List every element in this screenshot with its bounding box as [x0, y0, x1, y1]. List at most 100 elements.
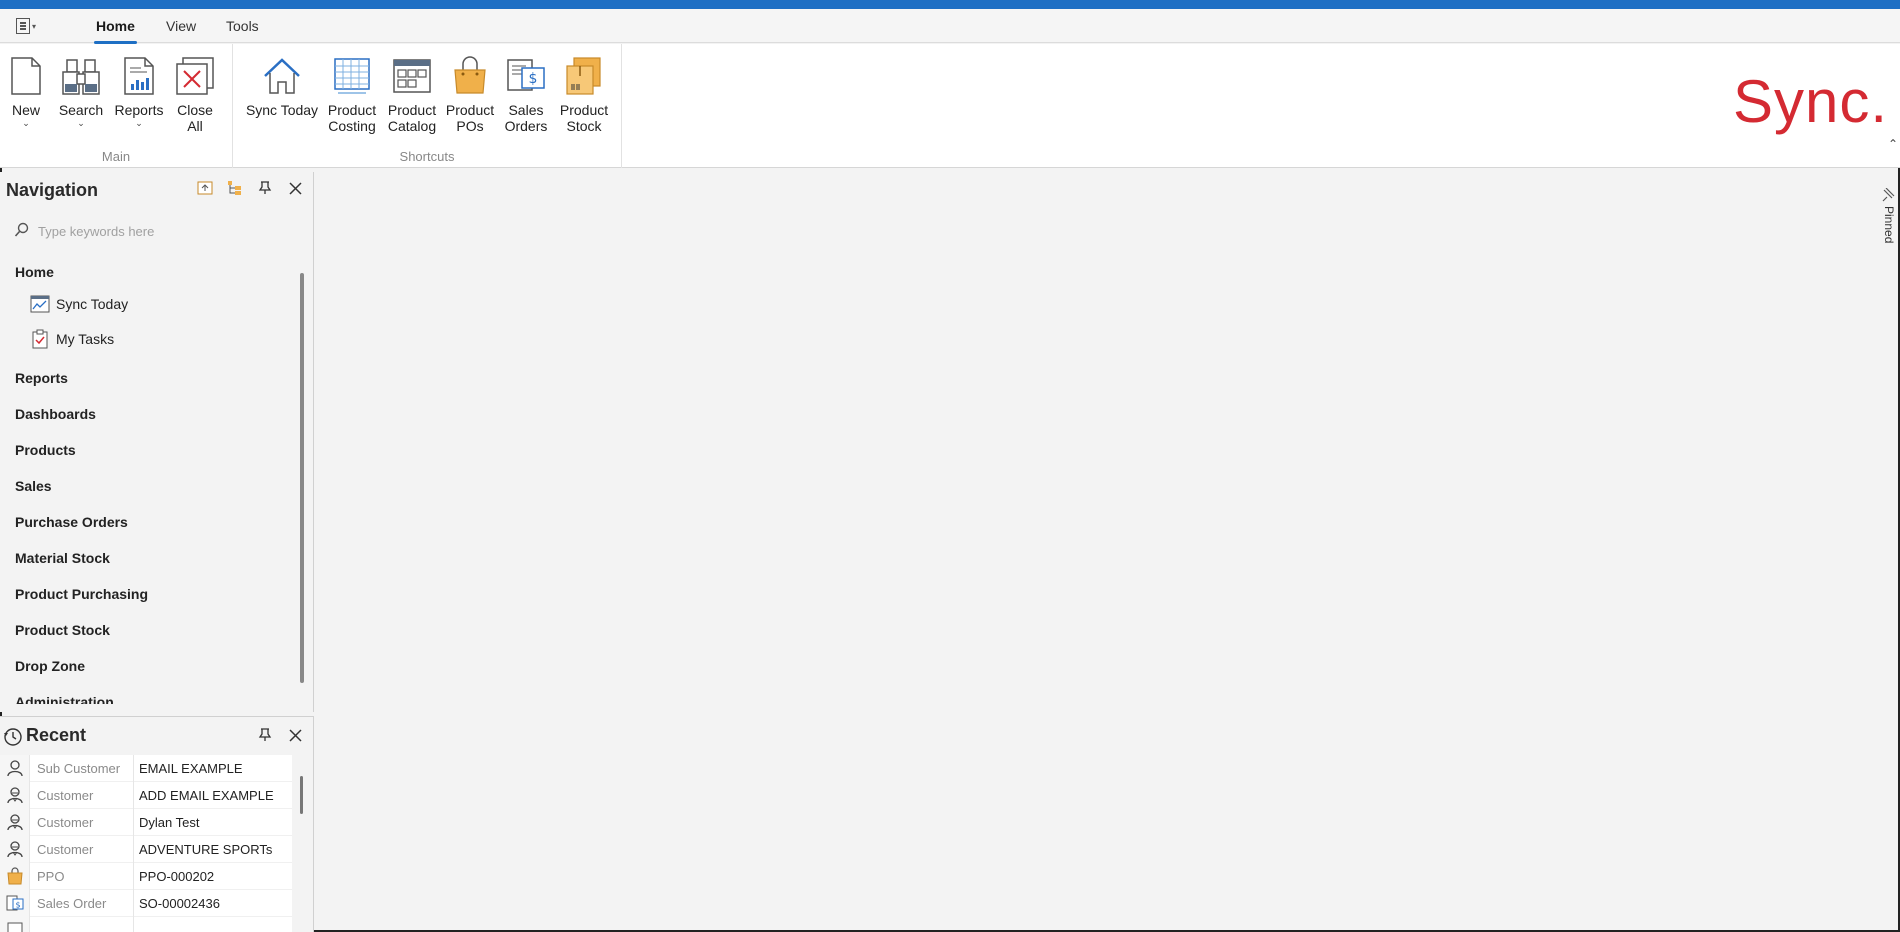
- catalog-icon: [390, 54, 434, 98]
- sales-orders-button-label: Sales Orders: [504, 102, 548, 134]
- close-all-button[interactable]: Close All: [174, 54, 216, 134]
- recent-row-value: Dylan Test: [139, 814, 200, 830]
- product-catalog-button-label: Product Catalog: [387, 102, 437, 134]
- ribbon-group-main: New ⌄ Search ⌄ Reports ⌄ Close All Main: [0, 44, 233, 168]
- app-menu-icon: [16, 18, 30, 34]
- recent-row-type: Sub Customer: [30, 755, 134, 782]
- navigation-scrollbar[interactable]: [300, 273, 304, 683]
- recent-panel-tools: [257, 727, 303, 743]
- tree-expand-icon[interactable]: [227, 180, 243, 196]
- dashboard-chart-icon: [30, 294, 50, 314]
- ribbon-group-shortcuts-label: Shortcuts: [399, 149, 455, 164]
- recent-row[interactable]: Customer ADVENTURE SPORTs: [0, 835, 292, 863]
- nav-group-material-stock[interactable]: Material Stock: [15, 550, 110, 566]
- recent-row[interactable]: Customer Dylan Test: [0, 808, 292, 836]
- sales-orders-button[interactable]: $ Sales Orders: [499, 54, 553, 134]
- nav-group-sales[interactable]: Sales: [15, 478, 52, 494]
- navigation-search-input[interactable]: [38, 223, 278, 239]
- customer-icon: [0, 835, 30, 863]
- navigation-search: [14, 220, 294, 242]
- document-icon: [0, 916, 30, 932]
- clipboard-check-icon: [30, 329, 50, 349]
- pin-icon[interactable]: [257, 180, 273, 196]
- recent-row[interactable]: Sub Customer EMAIL EXAMPLE: [0, 755, 292, 782]
- recent-row-type: PPO: [30, 862, 134, 890]
- recent-row-type: Customer: [30, 835, 134, 863]
- customer-icon: [0, 781, 30, 809]
- product-costing-button[interactable]: Product Costing: [325, 54, 379, 134]
- tab-home[interactable]: Home: [94, 18, 137, 44]
- nav-item-sync-today[interactable]: Sync Today: [30, 294, 128, 314]
- nav-group-dashboards[interactable]: Dashboards: [15, 406, 96, 422]
- collapse-all-icon[interactable]: [197, 180, 213, 196]
- chevron-down-icon: ⌄: [22, 118, 30, 128]
- recent-row[interactable]: $ Sales Order SO-00002436: [0, 889, 292, 917]
- sync-logo: Sync.: [1732, 68, 1888, 135]
- navigation-panel-tools: [197, 180, 303, 196]
- nav-group-drop-zone[interactable]: Drop Zone: [15, 658, 85, 674]
- tab-tools[interactable]: Tools: [226, 18, 259, 34]
- binoculars-icon: [59, 54, 103, 98]
- ribbon-group-main-label: Main: [101, 149, 131, 164]
- recent-panel-title: Recent: [26, 725, 87, 745]
- nav-item-label: My Tasks: [56, 331, 115, 347]
- recent-scrollbar[interactable]: [300, 776, 303, 814]
- nav-group-product-stock[interactable]: Product Stock: [15, 622, 110, 638]
- nav-group-home[interactable]: Home: [15, 264, 54, 280]
- recent-row-type: Customer: [30, 781, 134, 809]
- search-button[interactable]: Search ⌄: [58, 54, 104, 128]
- nav-group-product-purchasing[interactable]: Product Purchasing: [15, 586, 148, 602]
- customer-icon: [0, 808, 30, 836]
- sync-today-button[interactable]: Sync Today: [245, 54, 319, 118]
- product-stock-button[interactable]: Product Stock: [557, 54, 611, 134]
- product-pos-button[interactable]: Product POs: [443, 54, 497, 134]
- stock-box-icon: [562, 54, 606, 98]
- recent-row-type: Customer: [30, 808, 134, 836]
- report-icon: [117, 54, 161, 98]
- sales-order-icon: $: [504, 54, 548, 98]
- recent-list: Sub Customer EMAIL EXAMPLE Customer ADD …: [0, 755, 292, 932]
- pinned-side-tab-label: Pinned: [1882, 206, 1896, 244]
- recent-row[interactable]: Customer ADD EMAIL EXAMPLE: [0, 781, 292, 809]
- shopping-bag-icon: [0, 862, 30, 890]
- close-icon[interactable]: [287, 180, 303, 196]
- ribbon-tab-bar: ▾ Home View Tools: [0, 9, 1900, 44]
- search-icon: [14, 222, 30, 241]
- nav-group-reports[interactable]: Reports: [15, 370, 68, 386]
- ribbon-group-shortcuts: Sync Today Product Costing Product Catal…: [233, 44, 622, 168]
- pin-icon[interactable]: [257, 727, 273, 743]
- recent-row-value: ADD EMAIL EXAMPLE: [139, 787, 274, 803]
- spreadsheet-icon: [330, 54, 374, 98]
- collapse-ribbon-chevron-up-icon[interactable]: ⌃: [1888, 137, 1898, 151]
- product-catalog-button[interactable]: Product Catalog: [385, 54, 439, 134]
- tab-view[interactable]: View: [166, 18, 196, 34]
- product-costing-button-label: Product Costing: [327, 102, 377, 134]
- nav-item-my-tasks[interactable]: My Tasks: [30, 329, 114, 349]
- app-menu-button[interactable]: ▾: [16, 16, 46, 36]
- new-button[interactable]: New ⌄: [10, 54, 42, 128]
- close-all-button-label: Close All: [177, 102, 213, 134]
- recent-row-partial[interactable]: [0, 916, 292, 932]
- recent-row-value: SO-00002436: [139, 895, 220, 911]
- navigation-panel-title: Navigation: [6, 180, 99, 200]
- window-top-accent-bar: [0, 0, 1900, 9]
- chevron-down-icon: ⌄: [77, 118, 85, 128]
- reports-button[interactable]: Reports ⌄: [114, 54, 164, 128]
- chevron-down-icon: ▾: [32, 21, 37, 31]
- home-icon: [260, 54, 304, 98]
- recent-row[interactable]: PPO PPO-000202: [0, 862, 292, 890]
- pin-icon: [1882, 187, 1895, 202]
- sync-today-button-label: Sync Today: [245, 102, 319, 118]
- nav-group-products[interactable]: Products: [15, 442, 76, 458]
- reports-button-label: Reports: [114, 102, 164, 118]
- ribbon: New ⌄ Search ⌄ Reports ⌄ Close All Main: [0, 44, 1900, 168]
- close-icon[interactable]: [287, 727, 303, 743]
- product-stock-button-label: Product Stock: [559, 102, 609, 134]
- nav-group-purchase-orders[interactable]: Purchase Orders: [15, 514, 128, 530]
- product-pos-button-label: Product POs: [445, 102, 495, 134]
- new-button-label: New: [11, 102, 40, 118]
- svg-text:$: $: [15, 901, 20, 910]
- history-clock-icon: [3, 727, 23, 750]
- nav-group-administration[interactable]: Administration: [15, 694, 114, 704]
- shopping-bag-icon: [448, 54, 492, 98]
